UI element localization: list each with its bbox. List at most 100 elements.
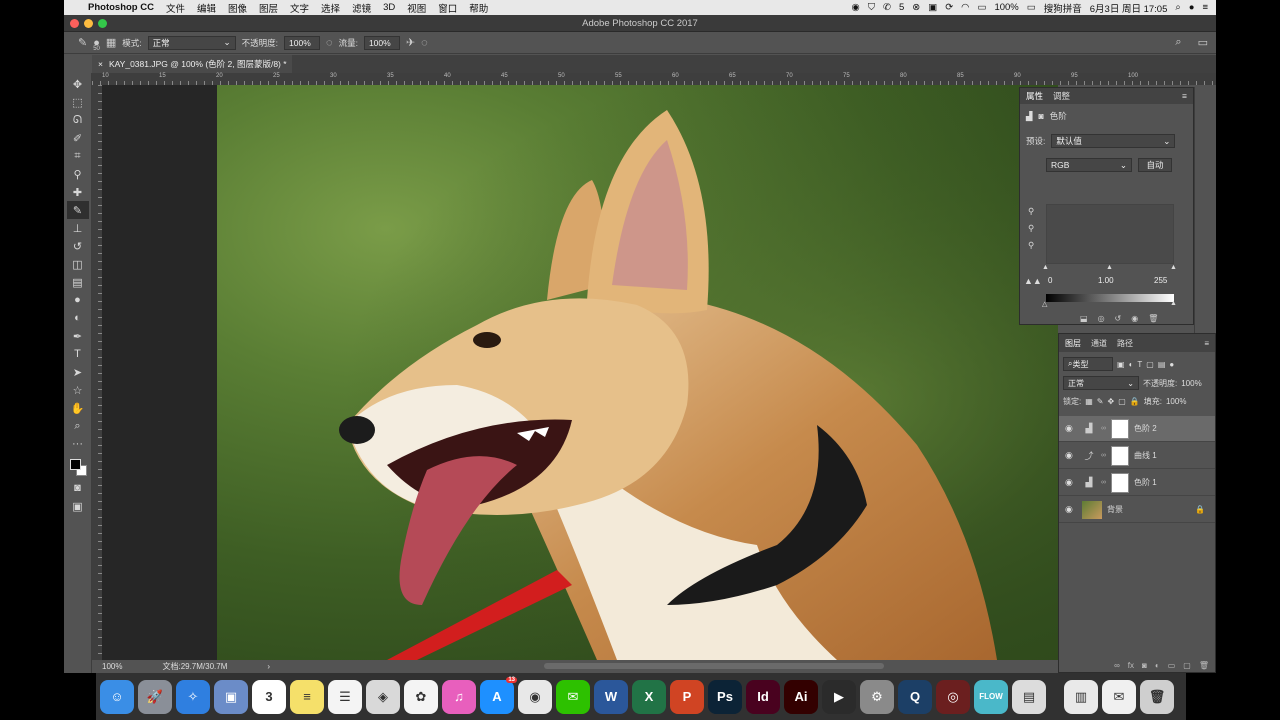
airplay-icon[interactable]: ▭	[977, 2, 986, 13]
white-input-slider[interactable]: ▲	[1170, 264, 1177, 271]
filter-toggle-icon[interactable]: ●	[1169, 360, 1174, 369]
pressure-size-icon[interactable]: ◌	[421, 37, 428, 49]
clip-to-layer-icon[interactable]: ⬓	[1080, 314, 1088, 323]
battery-icon[interactable]: ▭	[1027, 2, 1036, 13]
record-icon[interactable]: ◉	[852, 2, 860, 13]
layer-mask-thumbnail[interactable]	[1111, 418, 1129, 439]
lock-all-icon[interactable]: 🔒	[1130, 397, 1140, 406]
delete-layer-icon[interactable]: 🗑	[1199, 661, 1209, 670]
eye-icon[interactable]: ◉	[1065, 423, 1077, 434]
link-icon[interactable]: ∞	[1101, 479, 1106, 486]
sync-icon[interactable]: ⟳	[945, 2, 953, 13]
menu-3d[interactable]: 3D	[383, 2, 395, 13]
layer-name[interactable]: 色阶 1	[1134, 477, 1157, 488]
workspace-switcher-icon[interactable]: ▭	[1198, 36, 1208, 49]
output-black-slider[interactable]: △	[1042, 300, 1047, 308]
quick-mask-icon[interactable]: ◙	[67, 479, 89, 497]
brush-panel-toggle-icon[interactable]: ▦	[106, 36, 116, 49]
dock-document-icon[interactable]: ▤	[1012, 679, 1046, 714]
zoom-tool-icon[interactable]: ⌕	[67, 417, 89, 435]
dodge-tool-icon[interactable]: ◐	[67, 309, 89, 327]
wifi-icon[interactable]: ◠	[961, 2, 969, 13]
marquee-tool-icon[interactable]: ⬚	[67, 93, 89, 111]
brush-tool-icon[interactable]: ✎	[66, 201, 89, 219]
dock-mail-icon[interactable]: ✉	[1102, 679, 1136, 714]
layer-row-levels-2[interactable]: ◉ ▟ ∞ 色阶 2	[1059, 416, 1215, 442]
clone-stamp-tool-icon[interactable]: ⊥	[67, 219, 89, 237]
input-gamma-value[interactable]: 1.00	[1098, 276, 1114, 285]
type-tool-icon[interactable]: T	[67, 345, 89, 363]
pressure-opacity-icon[interactable]: ◌	[326, 37, 333, 49]
tab-layers[interactable]: 图层	[1065, 338, 1081, 349]
document-tab[interactable]: × KAY_0381.JPG @ 100% (色阶 2, 图层蒙版/8) *	[92, 55, 292, 73]
link-icon[interactable]: ∞	[1101, 425, 1106, 432]
lock-icon[interactable]: 🔒	[1195, 505, 1205, 514]
dock-powerpoint-icon[interactable]: P	[670, 679, 704, 714]
levels-icon[interactable]: ▟	[1026, 111, 1033, 122]
dock-finder-icon[interactable]: ☺	[100, 679, 134, 714]
menu-file[interactable]: 文件	[166, 1, 185, 15]
layer-mask-thumbnail[interactable]	[1111, 445, 1129, 466]
zoom-level[interactable]: 100%	[102, 662, 122, 671]
layer-name[interactable]: 曲线 1	[1134, 450, 1157, 461]
airbrush-icon[interactable]: ✈	[406, 36, 415, 49]
dock-notes-icon[interactable]: ≡	[290, 679, 324, 714]
gray-point-eyedropper-icon[interactable]: ⚲	[1028, 223, 1034, 234]
layer-row-levels-1[interactable]: ◉ ▟ ∞ 色阶 1	[1059, 470, 1215, 496]
dock-itunes-icon[interactable]: ♫	[442, 679, 476, 714]
lock-transparent-icon[interactable]: ▦	[1085, 397, 1093, 406]
clip-warning-icon[interactable]: ▲▲	[1024, 276, 1042, 286]
menu-window[interactable]: 窗口	[438, 1, 457, 15]
path-selection-tool-icon[interactable]: ➤	[67, 363, 89, 381]
new-group-icon[interactable]: ▭	[1168, 661, 1176, 670]
app-status-icon[interactable]: ⊗	[912, 2, 920, 13]
foreground-color-swatch[interactable]	[69, 459, 81, 470]
notification-center-icon[interactable]: ≡	[1202, 2, 1208, 13]
mask-icon[interactable]: ◙	[1039, 111, 1044, 121]
wechat-status-icon[interactable]: ✆	[883, 2, 891, 13]
battery-label[interactable]: 100%	[994, 2, 1018, 13]
add-mask-icon[interactable]: ◙	[1142, 661, 1147, 670]
blend-mode-select[interactable]: 正常 ⌄	[1063, 376, 1139, 390]
blur-tool-icon[interactable]: ●	[67, 291, 89, 309]
flow-input[interactable]: 100%	[363, 35, 400, 50]
channel-select[interactable]: RGB ⌄	[1046, 158, 1132, 172]
app-menu-name[interactable]: Photoshop CC	[88, 2, 154, 13]
dock-reminders-icon[interactable]: ☰	[328, 679, 362, 714]
background-thumbnail[interactable]	[1082, 500, 1102, 519]
dock-photos-icon[interactable]: ✿	[404, 679, 438, 714]
money-icon[interactable]: ▣	[928, 2, 937, 13]
layers-panel-menu-icon[interactable]: ≡	[1204, 339, 1209, 348]
output-white-slider[interactable]: ▲	[1170, 300, 1177, 307]
quick-selection-tool-icon[interactable]: ✐	[67, 129, 89, 147]
black-point-eyedropper-icon[interactable]: ⚲	[1028, 206, 1034, 217]
adjustment-filter-icon[interactable]: ◐	[1129, 360, 1134, 369]
document-size[interactable]: 文档:29.7M/30.7M	[162, 661, 227, 672]
color-swatches[interactable]	[67, 457, 89, 479]
white-point-eyedropper-icon[interactable]: ⚲	[1028, 240, 1034, 251]
menu-view[interactable]: 视图	[407, 1, 426, 15]
close-tab-icon[interactable]: ×	[98, 59, 103, 69]
new-adjustment-layer-icon[interactable]: ◐	[1155, 661, 1160, 670]
eye-icon[interactable]: ◉	[1065, 450, 1077, 461]
shield-icon[interactable]: ⛉	[868, 2, 875, 13]
panel-menu-icon[interactable]: ≡	[1182, 91, 1187, 101]
dock-indesign-icon[interactable]: Id	[746, 679, 780, 714]
history-brush-tool-icon[interactable]: ↺	[67, 237, 89, 255]
menu-layer[interactable]: 图层	[259, 1, 278, 15]
gamma-input-slider[interactable]: ▲	[1106, 264, 1113, 271]
healing-brush-tool-icon[interactable]: ✚	[67, 183, 89, 201]
mode-select[interactable]: 正常 ⌄	[147, 35, 236, 50]
menu-help[interactable]: 帮助	[469, 1, 488, 15]
dock-photo-booth-icon[interactable]: ◈	[366, 679, 400, 714]
menu-filter[interactable]: 滤镜	[352, 1, 371, 15]
shape-filter-icon[interactable]: ▢	[1146, 360, 1154, 369]
menu-type[interactable]: 文字	[290, 1, 309, 15]
link-icon[interactable]: ∞	[1101, 452, 1106, 459]
canvas-pasteboard[interactable]	[102, 85, 1058, 660]
layer-name[interactable]: 背景	[1107, 504, 1123, 515]
layer-filter-select[interactable]: ⌕ 类型	[1063, 357, 1113, 371]
dock-trash-icon[interactable]: 🗑	[1140, 679, 1174, 714]
status-menu-arrow-icon[interactable]: ›	[267, 662, 270, 671]
dock-system-preferences-icon[interactable]: ⚙	[860, 679, 894, 714]
